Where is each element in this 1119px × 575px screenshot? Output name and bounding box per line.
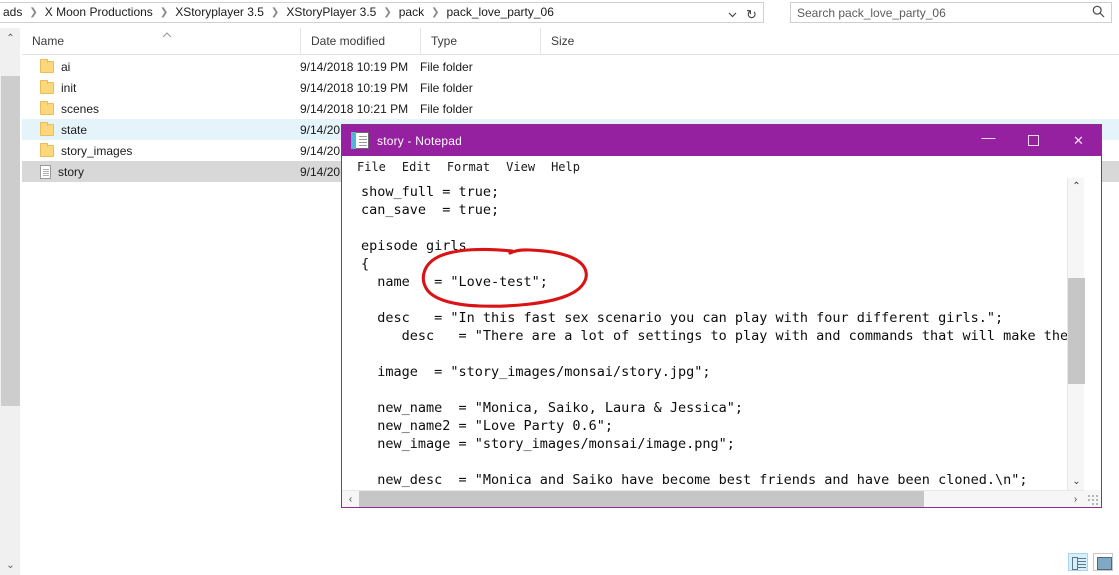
maximize-icon xyxy=(1028,135,1039,146)
details-view-icon[interactable] xyxy=(1068,553,1088,571)
breadcrumb-item-5[interactable]: pack_love_party_06 xyxy=(445,3,556,22)
breadcrumb-separator: ❯ xyxy=(431,7,440,18)
file-name-cell[interactable]: init xyxy=(22,79,300,95)
scroll-left-icon[interactable]: ‹ xyxy=(342,491,359,507)
breadcrumb-separator: ❯ xyxy=(270,7,280,18)
scrollbar-thumb[interactable] xyxy=(1,76,20,406)
folder-icon xyxy=(40,79,54,94)
search-placeholder: Search pack_love_party_06 xyxy=(797,5,946,20)
breadcrumb-item-3[interactable]: XStoryPlayer 3.5 xyxy=(284,3,378,22)
file-name-label: state xyxy=(61,122,88,137)
menu-item-edit[interactable]: Edit xyxy=(394,157,439,177)
table-row[interactable]: scenes 9/14/2018 10:21 PM File folder xyxy=(22,98,1119,119)
column-header-type[interactable]: Type xyxy=(420,28,540,54)
breadcrumb-item-2[interactable]: XStoryplayer 3.5 xyxy=(173,3,266,22)
file-name-cell[interactable]: story xyxy=(22,164,300,179)
search-input[interactable]: Search pack_love_party_06 xyxy=(790,2,1112,23)
text-file-icon xyxy=(40,164,51,179)
notepad-title-bar[interactable]: story - Notepad — ✕ xyxy=(342,125,1101,156)
navigation-pane-scrollbar[interactable]: ⌃ ⌄ xyxy=(0,28,21,575)
notepad-text-area[interactable]: show_full = true; can_save = true; episo… xyxy=(342,178,1082,490)
notepad-title-label: story - Notepad xyxy=(377,133,463,148)
scroll-down-icon[interactable]: ⌄ xyxy=(1068,473,1085,490)
search-icon[interactable] xyxy=(1092,5,1105,20)
file-name-label: story_images xyxy=(61,143,133,158)
notepad-body: show_full = true; can_save = true; episo… xyxy=(342,178,1101,507)
column-header-type-label: Type xyxy=(431,34,458,48)
notepad-horizontal-scrollbar[interactable]: ‹ › xyxy=(342,490,1084,507)
file-name-label: story xyxy=(58,164,85,179)
column-header-row: Name Date modified Type Size xyxy=(22,28,1119,55)
column-header-size[interactable]: Size xyxy=(540,28,620,54)
breadcrumb-separator: ❯ xyxy=(29,7,38,18)
maximize-button[interactable] xyxy=(1011,125,1056,156)
breadcrumb-separator: ❯ xyxy=(383,7,392,18)
file-name-cell[interactable]: story_images xyxy=(22,142,300,158)
folder-icon xyxy=(40,100,54,115)
column-header-date-label: Date modified xyxy=(311,34,386,48)
scroll-down-icon[interactable]: ⌄ xyxy=(0,555,21,575)
menu-item-view[interactable]: View xyxy=(498,157,543,177)
menu-item-format[interactable]: Format xyxy=(439,157,498,177)
sort-ascending-icon xyxy=(162,30,172,40)
file-name-label: ai xyxy=(61,59,71,74)
minimize-button[interactable]: — xyxy=(966,125,1011,156)
close-button[interactable]: ✕ xyxy=(1056,125,1101,156)
scrollbar-thumb[interactable] xyxy=(359,491,924,507)
folder-icon xyxy=(40,121,54,136)
breadcrumb-item-0[interactable]: ads xyxy=(1,3,24,22)
file-date-cell: 9/14/2018 10:19 PM xyxy=(300,80,409,95)
notepad-vertical-scrollbar[interactable]: ⌃ ⌄ xyxy=(1067,178,1085,490)
file-type-cell: File folder xyxy=(420,80,473,95)
scroll-up-icon[interactable]: ⌃ xyxy=(0,28,21,48)
breadcrumb-item-4[interactable]: pack xyxy=(397,3,426,22)
table-row[interactable]: ai 9/14/2018 10:19 PM File folder xyxy=(22,56,1119,77)
file-name-cell[interactable]: state xyxy=(22,121,300,137)
file-name-cell[interactable]: scenes xyxy=(22,100,300,116)
scroll-up-icon[interactable]: ⌃ xyxy=(1068,178,1085,195)
menu-item-help[interactable]: Help xyxy=(543,157,588,177)
column-header-size-label: Size xyxy=(551,34,575,48)
notepad-icon xyxy=(351,132,369,149)
chevron-down-icon[interactable] xyxy=(723,6,741,22)
file-name-label: scenes xyxy=(61,101,100,116)
view-mode-toggles xyxy=(1068,553,1113,571)
file-type-cell: File folder xyxy=(420,101,473,116)
scroll-right-icon[interactable]: › xyxy=(1067,491,1084,507)
explorer-toolbar-row: ads ❯ X Moon Productions ❯ XStoryplayer … xyxy=(0,0,1119,25)
column-header-date-modified[interactable]: Date modified xyxy=(300,28,420,54)
file-type-cell: File folder xyxy=(420,59,473,74)
resize-grip[interactable] xyxy=(1084,490,1101,507)
folder-icon xyxy=(40,142,54,157)
large-icons-view-icon[interactable] xyxy=(1093,553,1113,571)
file-name-cell[interactable]: ai xyxy=(22,58,300,74)
breadcrumb-separator: ❯ xyxy=(159,7,169,18)
window-controls: — ✕ xyxy=(966,125,1101,156)
scrollbar-thumb[interactable] xyxy=(1068,278,1085,384)
column-header-name[interactable]: Name xyxy=(22,28,300,54)
file-date-cell: 9/14/2018 10:21 PM xyxy=(300,101,409,116)
file-date-cell: 9/14/2018 10:19 PM xyxy=(300,59,409,74)
folder-icon xyxy=(40,58,54,73)
breadcrumb-item-1[interactable]: X Moon Productions xyxy=(43,3,155,22)
notepad-window: story - Notepad — ✕ File Edit Format Vie… xyxy=(341,124,1102,508)
notepad-menu-bar: File Edit Format View Help xyxy=(342,156,1101,178)
refresh-icon[interactable]: ↻ xyxy=(742,6,761,22)
table-row[interactable]: init 9/14/2018 10:19 PM File folder xyxy=(22,77,1119,98)
file-name-label: init xyxy=(61,80,77,95)
address-bar[interactable]: ads ❯ X Moon Productions ❯ XStoryplayer … xyxy=(0,2,764,23)
column-header-name-label: Name xyxy=(32,34,65,48)
menu-item-file[interactable]: File xyxy=(349,157,394,177)
